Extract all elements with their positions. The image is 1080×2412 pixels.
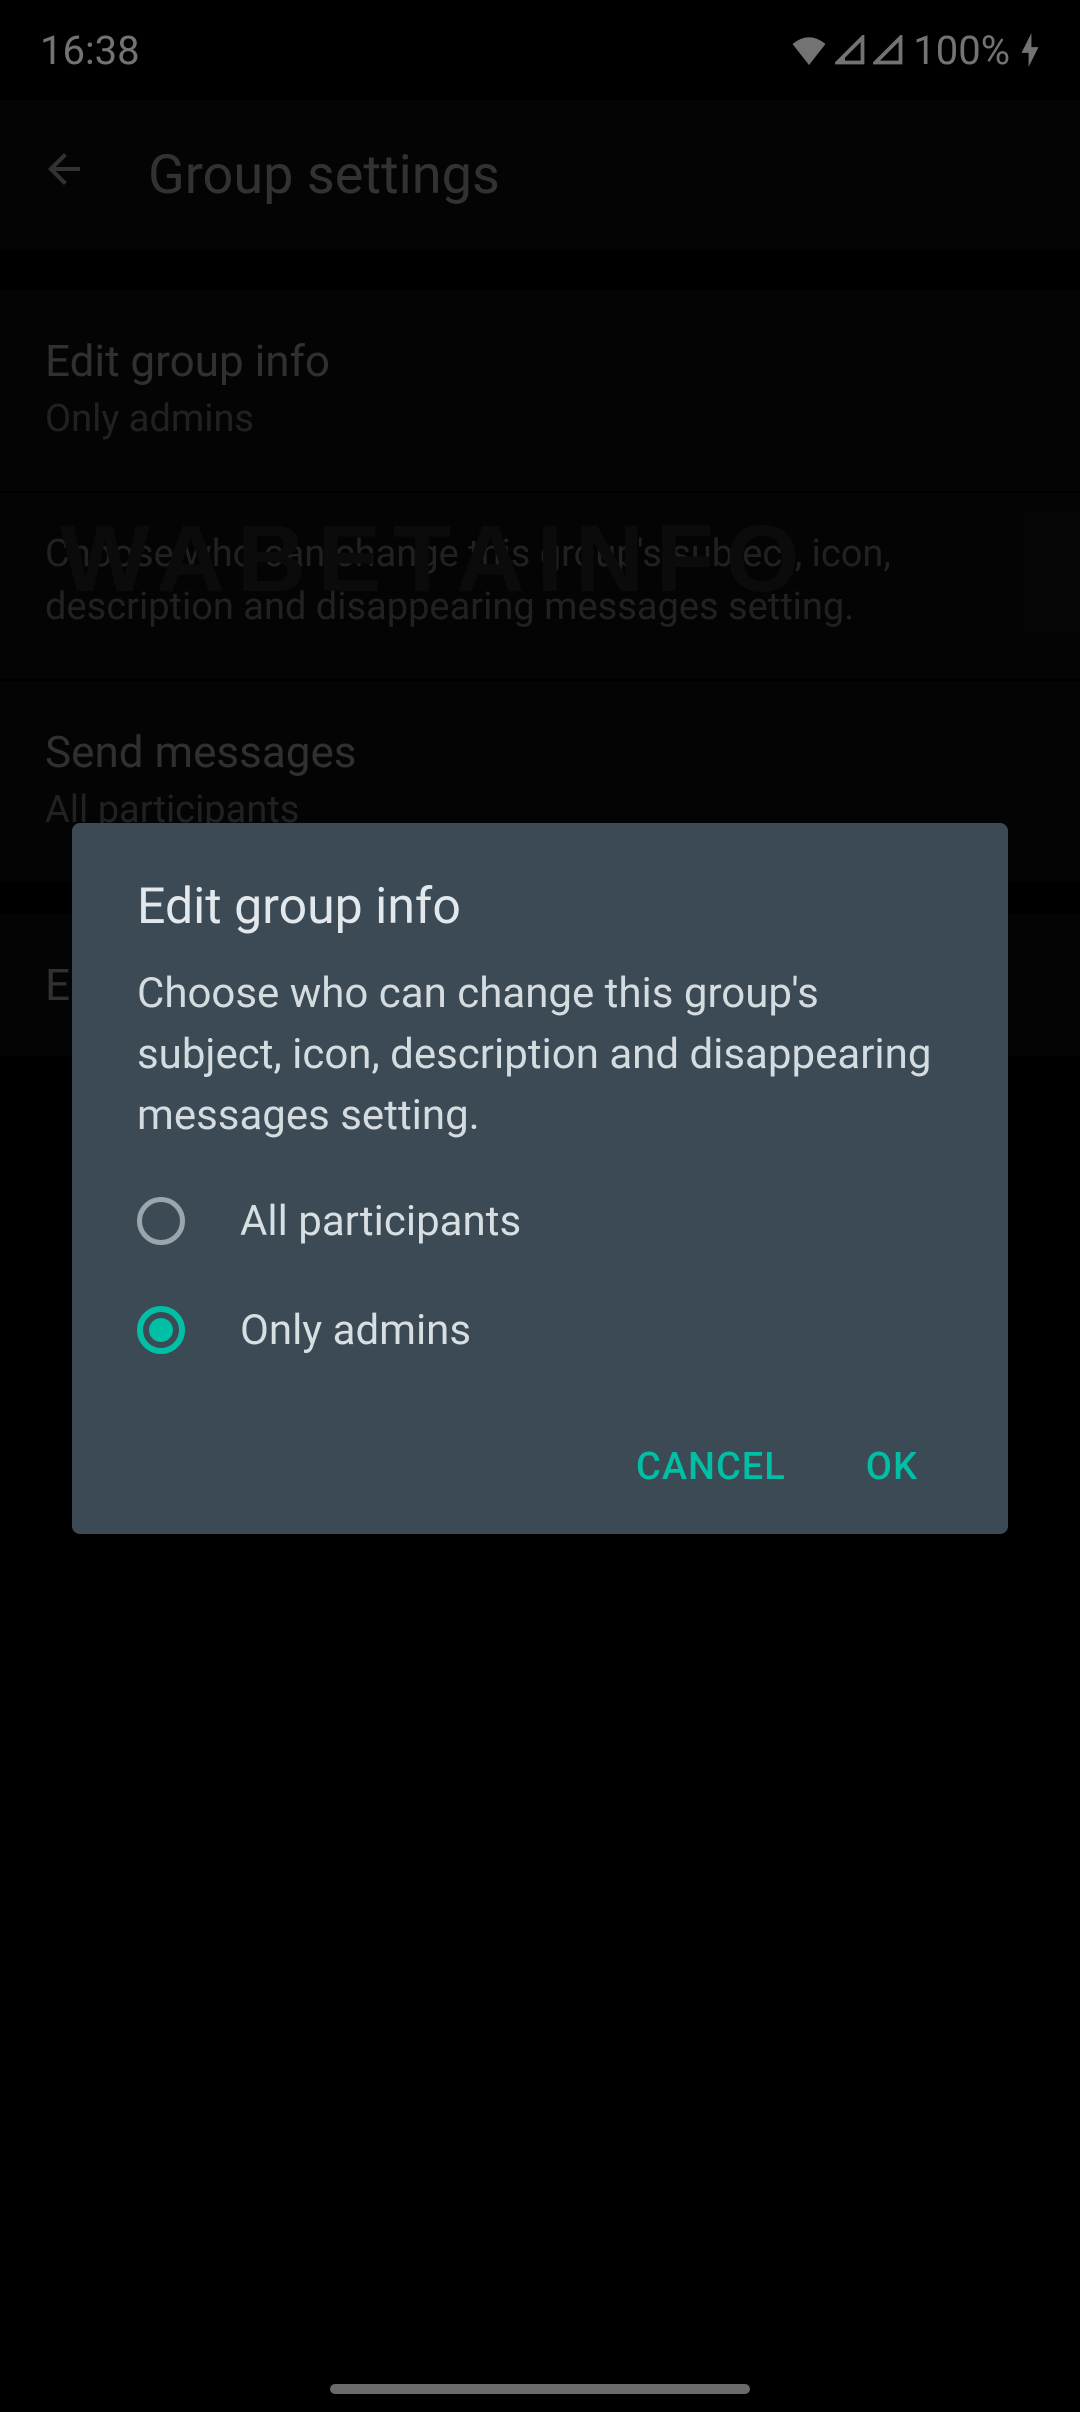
dialog-actions: CANCEL OK bbox=[137, 1445, 943, 1489]
dialog-edit-group-info: Edit group info Choose who can change th… bbox=[72, 823, 1008, 1534]
radio-label: Only admins bbox=[240, 1306, 471, 1355]
radio-option-only-admins[interactable]: Only admins bbox=[137, 1306, 943, 1355]
radio-icon-selected bbox=[137, 1306, 185, 1354]
radio-group: All participants Only admins bbox=[137, 1197, 943, 1355]
radio-icon bbox=[137, 1197, 185, 1245]
cancel-button[interactable]: CANCEL bbox=[636, 1445, 786, 1489]
radio-option-all-participants[interactable]: All participants bbox=[137, 1197, 943, 1246]
dialog-title: Edit group info bbox=[137, 878, 943, 936]
dialog-description: Choose who can change this group's subje… bbox=[137, 964, 943, 1147]
radio-label: All participants bbox=[240, 1197, 521, 1246]
ok-button[interactable]: OK bbox=[866, 1445, 918, 1489]
nav-handle[interactable] bbox=[330, 2384, 750, 2394]
